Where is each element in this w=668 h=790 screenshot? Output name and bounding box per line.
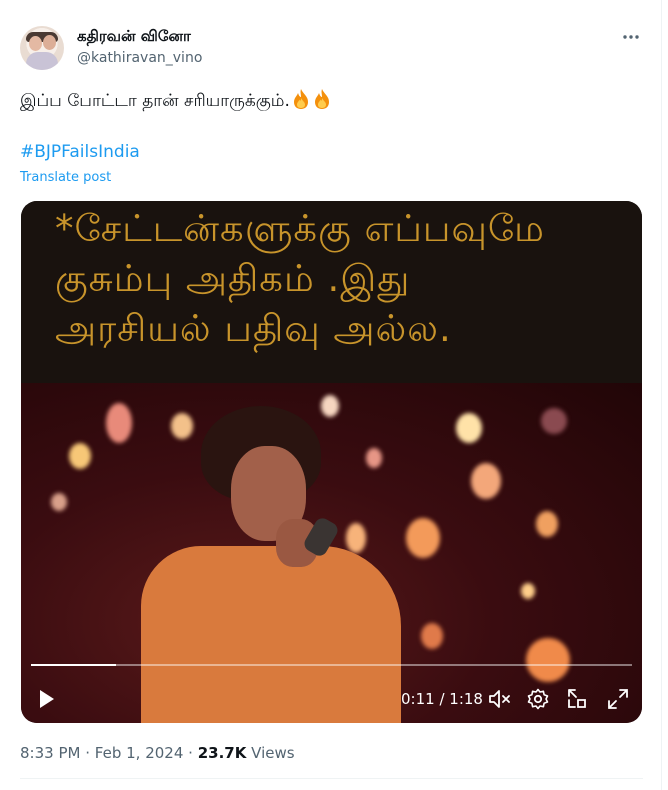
- settings-button[interactable]: [525, 686, 551, 712]
- bokeh-light: [171, 413, 193, 439]
- hashtag-link[interactable]: #BJPFailsIndia: [20, 140, 140, 164]
- post-text-content: இப்ப போட்டா தான் சரியாருக்கும்.: [20, 91, 290, 111]
- fire-icon: [314, 89, 329, 109]
- bokeh-light: [421, 623, 443, 649]
- bokeh-light: [69, 443, 91, 469]
- post-card: கதிரவன் வினோ @kathiravan_vino இப்ப போட்ட…: [0, 0, 662, 790]
- post-meta: 8:33 PM · Feb 1, 2024 · 23.7K Views: [20, 743, 295, 763]
- bokeh-light: [541, 408, 567, 434]
- bokeh-light: [366, 448, 382, 468]
- mute-button[interactable]: [486, 686, 512, 712]
- avatar-face-shape: [43, 35, 56, 50]
- play-icon: [40, 690, 54, 708]
- more-icon: [623, 35, 639, 39]
- bokeh-light: [456, 413, 482, 443]
- bokeh-light: [536, 511, 558, 537]
- mute-icon: [489, 690, 510, 708]
- picture-in-picture-button[interactable]: [564, 686, 590, 712]
- post-time[interactable]: 8:33 PM: [20, 744, 80, 762]
- bokeh-light: [106, 403, 132, 443]
- video-caption-band: *சேட்டன்களுக்கு எப்பவுமே குசும்பு அதிகம்…: [21, 201, 642, 383]
- translate-post-link[interactable]: Translate post: [20, 170, 111, 186]
- avatar[interactable]: [20, 26, 64, 70]
- post-text: இப்ப போட்டா தான் சரியாருக்கும்.: [20, 88, 332, 113]
- video-player[interactable]: *சேட்டன்களுக்கு எப்பவுமே குசும்பு அதிகம்…: [21, 201, 642, 723]
- video-caption-line: குசும்பு அதிகம் .இது: [55, 257, 411, 300]
- video-frame: [21, 383, 642, 723]
- bokeh-light: [526, 638, 570, 682]
- video-caption-line: அரசியல் பதிவு அல்ல.: [55, 307, 452, 350]
- fullscreen-icon: [608, 689, 628, 709]
- bokeh-light: [521, 583, 535, 599]
- bokeh-light: [406, 518, 440, 558]
- bokeh-light: [346, 523, 366, 553]
- singer-body: [141, 546, 401, 723]
- video-caption-line: *சேட்டன்களுக்கு எப்பவுமே: [55, 207, 545, 250]
- bokeh-light: [51, 493, 67, 511]
- more-options-button[interactable]: [618, 26, 644, 48]
- settings-icon: [527, 688, 549, 710]
- author-handle[interactable]: @kathiravan_vino: [77, 48, 202, 68]
- avatar-body-shape: [26, 52, 58, 70]
- meta-separator: ·: [85, 744, 91, 762]
- video-time: 0:11 / 1:18: [401, 690, 483, 708]
- divider: [20, 778, 643, 779]
- play-button[interactable]: [33, 686, 59, 712]
- video-progress-fill: [31, 664, 116, 666]
- views-label: Views: [251, 744, 295, 762]
- fullscreen-button[interactable]: [605, 686, 631, 712]
- pip-icon: [568, 689, 586, 708]
- fire-icon: [293, 89, 308, 109]
- bokeh-light: [321, 395, 339, 417]
- avatar-face-shape: [29, 36, 42, 51]
- meta-separator: ·: [188, 744, 193, 762]
- video-progress-bar[interactable]: [31, 664, 632, 666]
- post-date[interactable]: Feb 1, 2024: [95, 744, 184, 762]
- author-name[interactable]: கதிரவன் வினோ: [77, 26, 191, 46]
- bokeh-light: [471, 463, 501, 499]
- views-count: 23.7K: [197, 744, 247, 762]
